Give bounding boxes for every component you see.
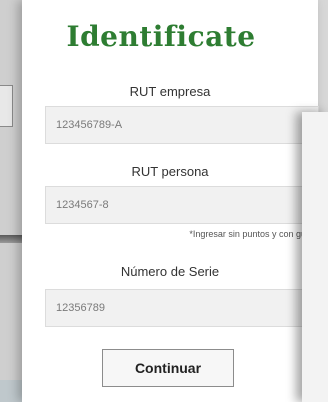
rut-empresa-label: RUT empresa	[129, 84, 211, 99]
background-panel	[0, 380, 24, 402]
serie-label: Número de Serie	[120, 264, 220, 279]
rut-persona-label: RUT persona	[131, 164, 209, 179]
rut-persona-value: 1234567-8	[56, 199, 109, 211]
background-button	[0, 85, 13, 127]
rut-empresa-value: 123456789-A	[56, 119, 123, 131]
overlapping-window	[302, 112, 328, 402]
login-card: Identificate RUT empresa 123456789-A RUT…	[22, 0, 319, 402]
rut-empresa-input[interactable]: 123456789-A	[45, 106, 319, 144]
rut-persona-input[interactable]: 1234567-8	[45, 186, 319, 224]
form-title: Identificate	[66, 20, 256, 53]
serie-value: 12356789	[56, 302, 105, 314]
serie-input[interactable]: 12356789	[45, 289, 319, 327]
continue-button[interactable]: Continuar	[102, 349, 234, 387]
rut-format-hint: *Ingresar sin puntos y con guión	[189, 229, 318, 239]
